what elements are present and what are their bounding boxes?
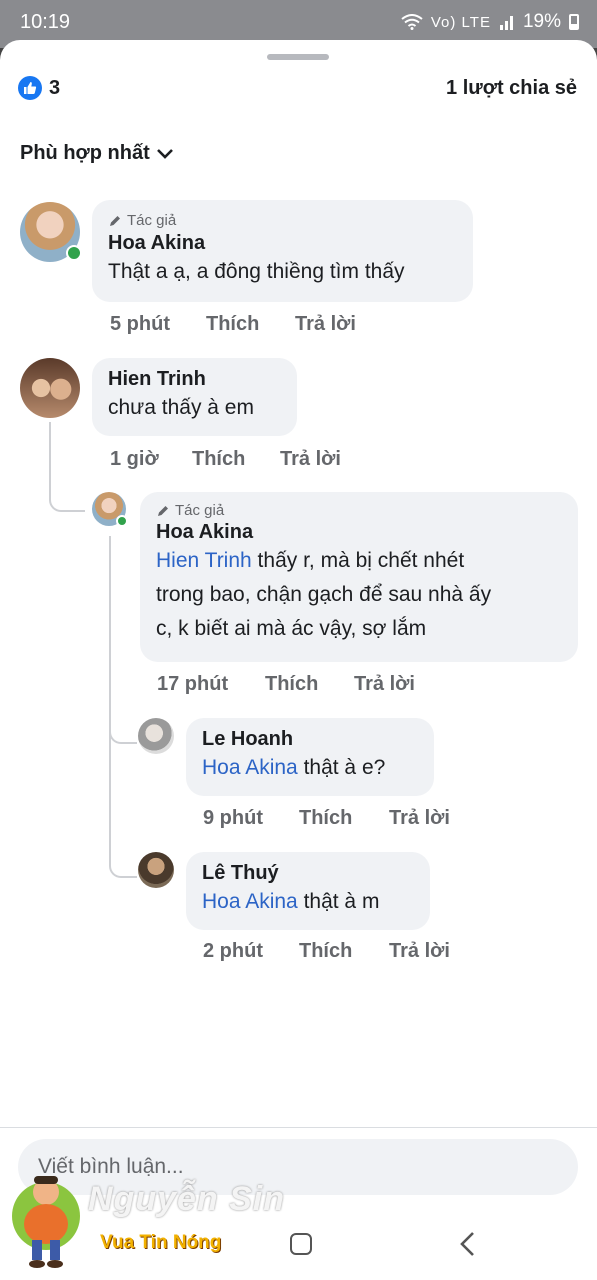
mention-link[interactable]: Hoa Akina	[202, 756, 298, 779]
comment-bubble: Hien Trinh chưa thấy à em	[92, 358, 297, 436]
comment-author-name[interactable]: Hoa Akina	[108, 232, 457, 255]
chevron-down-icon	[156, 148, 173, 159]
comment-author-name[interactable]: Hoa Akina	[156, 521, 562, 544]
comment-text: Hien Trinh thấy r, mà bị chết nhét trong…	[156, 544, 562, 646]
comment-time: 1 giờ	[110, 448, 159, 470]
reply-button[interactable]: Trả lời	[280, 448, 341, 471]
reply-button[interactable]: Trả lời	[389, 940, 450, 963]
status-time: 10:19	[20, 11, 71, 33]
author-badge-label: Tác giả	[175, 502, 225, 519]
mention-link[interactable]: Hoa Akina	[202, 890, 298, 913]
comment-text-line: thật à m	[297, 890, 380, 913]
like-count: 3	[49, 76, 61, 99]
comment-bubble: Tác giả Hoa Akina Thật a ạ, a đông thiền…	[92, 200, 473, 302]
online-dot-icon	[116, 515, 128, 527]
avatar-le-hoanh[interactable]	[138, 718, 174, 754]
wifi-icon	[401, 14, 423, 30]
watermark-name: Nguyễn Sin	[88, 1180, 286, 1218]
battery-icon	[569, 14, 579, 30]
comment-time: 9 phút	[203, 807, 263, 829]
comment-author-name[interactable]: Hien Trinh	[108, 368, 281, 391]
comment-author-name[interactable]: Le Hoanh	[202, 728, 418, 751]
comments-sheet: 3 1 lượt chia sẻ Phù hợp nhất Tác giả Ho…	[0, 40, 597, 1203]
comment-text-line: trong bao, chận gạch để sau nhà ấy	[156, 583, 492, 606]
like-button[interactable]: Thích	[192, 448, 245, 471]
avatar-le-thuy[interactable]	[138, 852, 174, 888]
like-icon	[18, 76, 42, 100]
sort-dropdown[interactable]: Phù hợp nhất	[20, 142, 174, 165]
online-dot-icon	[66, 245, 82, 261]
mascot-logo	[12, 1176, 80, 1268]
comment-time: 5 phút	[110, 313, 170, 335]
comment-bubble: Tác giả Hoa Akina Hien Trinh thấy r, mà …	[140, 492, 578, 662]
reply-button[interactable]: Trả lời	[354, 673, 415, 696]
like-button[interactable]: Thích	[265, 673, 318, 696]
network-type: Vo) LTE	[430, 13, 491, 31]
sort-label: Phù hợp nhất	[20, 142, 150, 164]
reply-button[interactable]: Trả lời	[295, 313, 356, 336]
mention-link[interactable]: Hien Trinh	[156, 549, 252, 572]
share-count[interactable]: 1 lượt chia sẻ	[446, 77, 577, 100]
thread-line	[109, 730, 137, 878]
comment-text: chưa thấy à em	[108, 396, 254, 419]
thread-line	[109, 536, 137, 744]
author-badge: Tác giả	[108, 212, 457, 229]
back-icon[interactable]	[459, 1231, 477, 1257]
reaction-summary[interactable]: 3	[18, 76, 60, 100]
author-badge-label: Tác giả	[127, 212, 177, 229]
comment-text-line: thật à e?	[297, 756, 386, 779]
signal-icon	[499, 16, 513, 30]
comment-text-line: thấy r, mà bị chết nhét	[251, 549, 465, 572]
like-button[interactable]: Thích	[299, 807, 352, 830]
comment-bubble: Lê Thuý Hoa Akina thật à m	[186, 852, 430, 930]
comment-author-name[interactable]: Lê Thuý	[202, 862, 414, 885]
comment-bubble: Le Hoanh Hoa Akina thật à e?	[186, 718, 434, 796]
comment-text: Thật a ạ, a đông thiềng tìm thấy	[108, 260, 405, 283]
watermark-subtitle: Vua Tin Nóng	[100, 1232, 222, 1253]
battery-percent: 19%	[522, 11, 561, 32]
like-button[interactable]: Thích	[206, 313, 259, 336]
comment-text-line: c, k biết ai mà ác vậy, sợ lắm	[156, 617, 427, 640]
comment-text: Hoa Akina thật à m	[202, 885, 414, 919]
comment-time: 17 phút	[157, 673, 229, 695]
drag-handle[interactable]	[267, 54, 329, 60]
reply-button[interactable]: Trả lời	[389, 807, 450, 830]
status-right: Vo) LTE 19%	[401, 11, 579, 33]
pencil-icon	[158, 505, 168, 516]
like-button[interactable]: Thích	[299, 940, 352, 963]
thread-line	[49, 422, 85, 512]
comment-text: Hoa Akina thật à e?	[202, 751, 418, 785]
author-badge: Tác giả	[156, 502, 562, 519]
home-icon[interactable]	[290, 1233, 312, 1255]
pencil-icon	[110, 215, 120, 226]
avatar-hien-trinh[interactable]	[20, 358, 80, 418]
comment-time: 2 phút	[203, 940, 263, 962]
